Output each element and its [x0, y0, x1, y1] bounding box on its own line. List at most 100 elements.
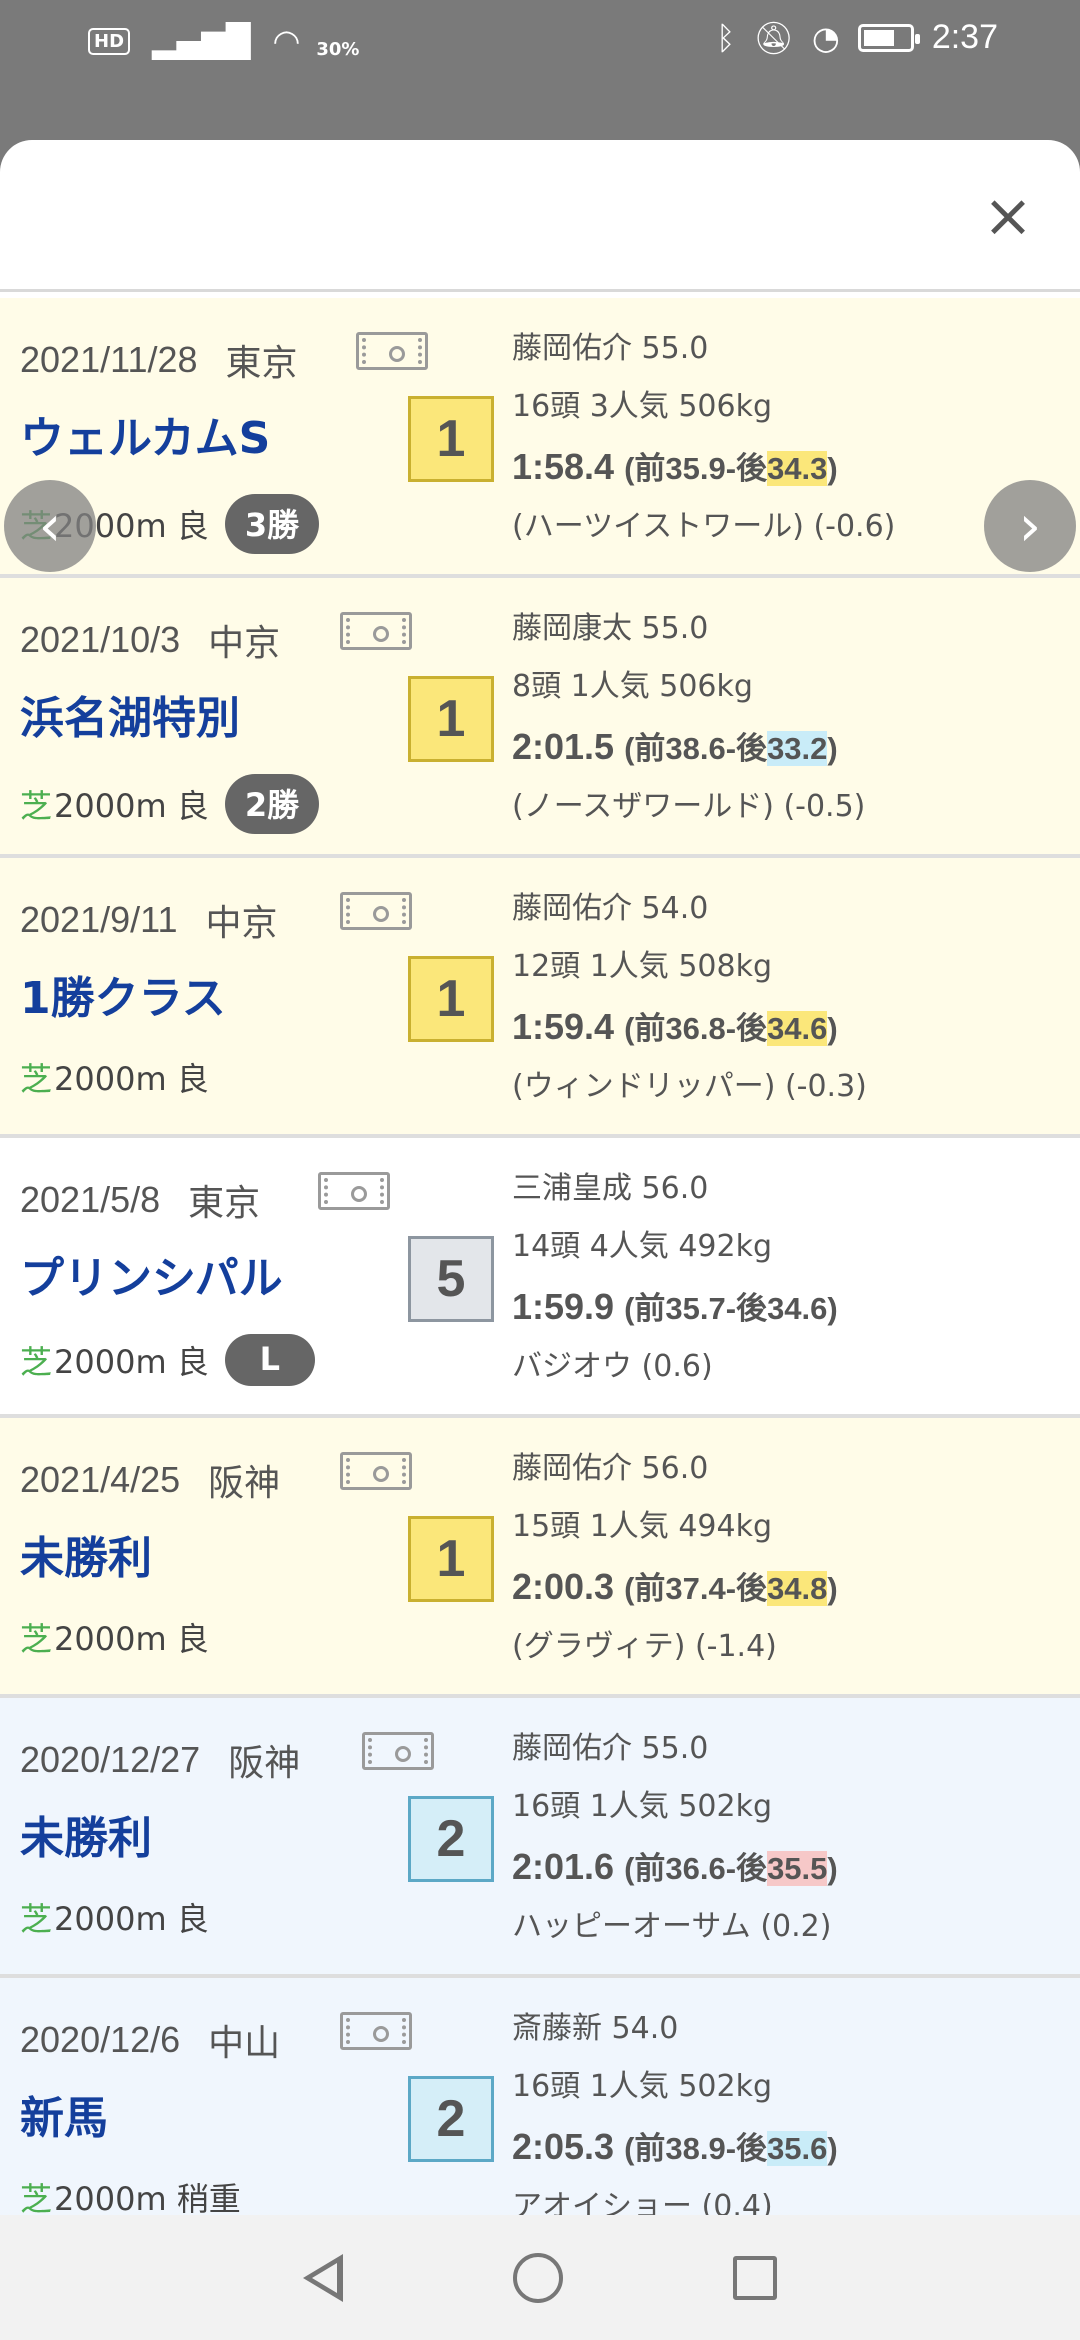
last-3f: 34.8: [767, 1571, 828, 1606]
distance-label: 2000m 良: [54, 1060, 209, 1098]
margin-winner: ハッピーオーサム (0.2): [512, 1909, 832, 1944]
video-icon[interactable]: [318, 1172, 390, 1210]
jockey-weight: 藤岡康太 55.0: [512, 611, 709, 646]
next-arrow-icon[interactable]: ›: [984, 480, 1076, 572]
video-icon[interactable]: [340, 2012, 412, 2050]
surface-label: 芝: [20, 1343, 53, 1381]
prev-arrow-icon[interactable]: ‹: [4, 480, 96, 572]
finish-time: 2:05.3: [512, 2126, 615, 2167]
pace-split: (前38.6-後33.2): [624, 731, 838, 766]
race-date-line: 2020/12/27 阪神: [20, 1734, 300, 1786]
grade-badge: 3勝: [224, 494, 320, 554]
finish-time-line: 1:58.4 (前35.9-後34.3): [512, 436, 1072, 498]
last-3f: 33.2: [767, 731, 828, 766]
race-row[interactable]: 2021/9/11 中京 1勝クラス 芝 2000m 良 1 藤岡佑介 54.0…: [0, 858, 1080, 1138]
grade-badge: L: [224, 1334, 315, 1386]
battery-saver-label: 30%: [316, 38, 360, 60]
race-row[interactable]: 2021/4/25 阪神 未勝利 芝 2000m 良 1 藤岡佑介 56.0 1…: [0, 1418, 1080, 1698]
field-popularity-weight: 16頭 1人気 502kg: [512, 1789, 773, 1824]
race-list: 2021/11/28 東京 ウェルカムS 芝 2000m 良 3勝 1 藤岡佑介…: [0, 298, 1080, 2215]
race-venue: 東京: [188, 1182, 261, 1223]
race-conditions: 芝 2000m 良 L: [20, 1334, 315, 1386]
finish-position-badge: 2: [408, 2076, 494, 2162]
pace-split: (前35.9-後34.3): [624, 451, 838, 486]
race-name[interactable]: 未勝利: [20, 1522, 152, 1586]
surface-label: 芝: [20, 1620, 53, 1658]
field-popularity-weight: 16頭 1人気 502kg: [512, 2069, 773, 2104]
race-name[interactable]: プリンシパル: [20, 1242, 283, 1306]
wifi-icon: ◠: [272, 22, 301, 60]
race-row[interactable]: 2020/12/6 中山 新馬 芝 2000m 稍重 2 斎藤新 54.0 16…: [0, 1978, 1080, 2215]
surface-label: 芝: [20, 2180, 53, 2215]
race-date: 2020/12/27: [20, 1739, 201, 1780]
race-venue: 中山: [208, 2022, 281, 2063]
jockey-weight: 斎藤新 54.0: [512, 2011, 679, 2046]
finish-position-badge: 1: [408, 396, 494, 482]
jockey-weight: 藤岡佑介 56.0: [512, 1451, 709, 1486]
finish-time-line: 2:05.3 (前38.9-後35.6): [512, 2116, 1072, 2178]
race-row[interactable]: 2020/12/27 阪神 未勝利 芝 2000m 良 2 藤岡佑介 55.0 …: [0, 1698, 1080, 1978]
race-name[interactable]: 1勝クラス: [20, 962, 226, 1026]
recents-icon[interactable]: [733, 2255, 777, 2300]
surface-label: 芝: [20, 1060, 53, 1098]
jockey-weight: 藤岡佑介 55.0: [512, 331, 709, 366]
last-3f: 35.5: [767, 1851, 828, 1886]
system-nav-bar: [0, 2215, 1080, 2340]
jockey-weight: 藤岡佑介 55.0: [512, 1731, 709, 1766]
field-popularity-weight: 8頭 1人気 506kg: [512, 669, 753, 704]
distance-label: 2000m 稍重: [54, 2180, 241, 2215]
finish-time-line: 1:59.4 (前36.8-後34.6): [512, 996, 1072, 1058]
pace-close: ): [827, 1571, 838, 1606]
pace-split: (前36.8-後34.6): [624, 1011, 838, 1046]
close-icon[interactable]: ×: [983, 186, 1033, 246]
race-row[interactable]: 2021/5/8 東京 プリンシパル 芝 2000m 良 L 5 三浦皇成 56…: [0, 1138, 1080, 1418]
finish-time-line: 2:01.5 (前38.6-後33.2): [512, 716, 1072, 778]
field-popularity-weight: 12頭 1人気 508kg: [512, 949, 773, 984]
front-pace: (前38.9-後: [624, 2131, 768, 2166]
last-3f: 34.6: [767, 1291, 828, 1326]
race-name[interactable]: 未勝利: [20, 1802, 152, 1866]
field-popularity-weight: 16頭 3人気 506kg: [512, 389, 773, 424]
finish-position-badge: 1: [408, 1516, 494, 1602]
back-icon[interactable]: [303, 2253, 343, 2302]
race-date: 2020/12/6: [20, 2019, 181, 2060]
finish-position-badge: 1: [408, 956, 494, 1042]
battery-icon: [857, 23, 920, 52]
race-date-line: 2021/5/8 東京: [20, 1174, 260, 1226]
jockey-weight: 三浦皇成 56.0: [512, 1171, 709, 1206]
finish-time: 1:59.4: [512, 1006, 615, 1047]
race-date: 2021/11/28: [20, 339, 198, 380]
signal-icon: ▂▄▆█: [152, 22, 251, 60]
pace-split: (前37.4-後34.8): [624, 1571, 838, 1606]
race-venue: 東京: [225, 342, 298, 383]
race-row[interactable]: 2021/11/28 東京 ウェルカムS 芝 2000m 良 3勝 1 藤岡佑介…: [0, 298, 1080, 578]
surface-label: 芝: [20, 787, 53, 825]
race-details: 藤岡佑介 54.0 12頭 1人気 508kg 1:59.4 (前36.8-後34…: [512, 880, 1072, 1116]
race-history-sheet: × 2021/11/28 東京 ウェルカムS 芝 2000m 良 3勝 1 藤岡…: [0, 140, 1080, 2215]
clock: 2:37: [931, 18, 998, 56]
video-icon[interactable]: [362, 1732, 434, 1770]
speed-icon: ◔: [811, 18, 840, 57]
race-date: 2021/5/8: [20, 1179, 161, 1220]
race-date-line: 2020/12/6 中山: [20, 2014, 280, 2066]
race-name[interactable]: 浜名湖特別: [20, 682, 240, 746]
video-icon[interactable]: [356, 332, 428, 370]
video-icon[interactable]: [340, 612, 412, 650]
race-details: 藤岡佑介 55.0 16頭 1人気 502kg 2:01.6 (前36.6-後35…: [512, 1720, 1072, 1956]
race-name[interactable]: 新馬: [20, 2082, 108, 2146]
race-date-line: 2021/4/25 阪神: [20, 1454, 280, 1506]
pace-close: ): [827, 1011, 838, 1046]
race-date: 2021/9/11: [20, 899, 178, 940]
pace-close: ): [827, 731, 838, 766]
race-venue: 中京: [208, 622, 281, 663]
video-icon[interactable]: [340, 892, 412, 930]
home-icon[interactable]: [513, 2252, 563, 2303]
race-name[interactable]: ウェルカムS: [20, 402, 270, 466]
video-icon[interactable]: [340, 1452, 412, 1490]
finish-time: 1:58.4: [512, 446, 615, 487]
surface-label: 芝: [20, 1900, 53, 1938]
race-row[interactable]: 2021/10/3 中京 浜名湖特別 芝 2000m 良 2勝 1 藤岡康太 5…: [0, 578, 1080, 858]
last-3f: 35.6: [767, 2131, 828, 2166]
margin-winner: アオイショー (0.4): [512, 2189, 773, 2215]
race-date-line: 2021/9/11 中京: [20, 894, 278, 946]
